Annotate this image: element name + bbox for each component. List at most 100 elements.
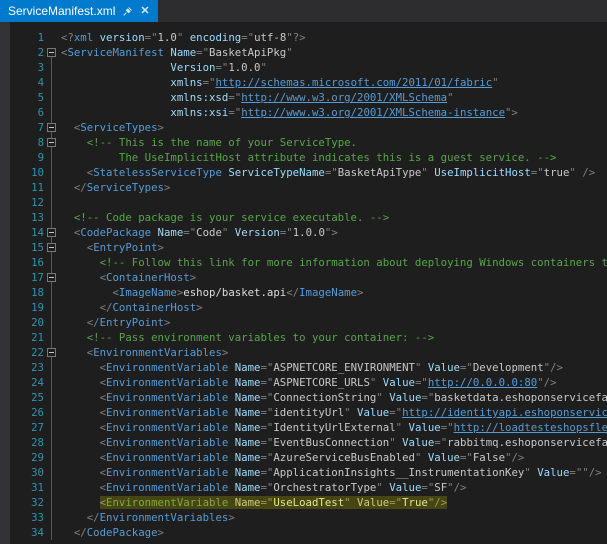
fold-column (44, 165, 61, 180)
line-number: 22 (10, 345, 44, 360)
fold-column (44, 390, 61, 405)
code-line[interactable]: 15 <EntryPoint> (0, 240, 607, 255)
fold-column (44, 255, 61, 270)
code-text: <CodePackage Name="Code" Version="1.0.0"… (61, 225, 607, 240)
code-line[interactable]: 29 <EnvironmentVariable Name="AzureServi… (0, 450, 607, 465)
close-icon[interactable]: ✕ (140, 6, 149, 17)
line-number: 28 (10, 435, 44, 450)
code-line[interactable]: 25 <EnvironmentVariable Name="Connection… (0, 390, 607, 405)
fold-column (44, 435, 61, 450)
fold-column (44, 330, 61, 345)
code-line[interactable]: 21 <!-- Pass environment variables to yo… (0, 330, 607, 345)
fold-column (44, 405, 61, 420)
code-line[interactable]: 17 <ContainerHost> (0, 270, 607, 285)
code-line[interactable]: 13 <!-- Code package is your service exe… (0, 210, 607, 225)
code-text: </CodePackage> (61, 525, 607, 540)
fold-column (44, 45, 61, 60)
code-line[interactable]: 26 <EnvironmentVariable Name="identityUr… (0, 405, 607, 420)
fold-toggle-icon[interactable] (47, 243, 56, 252)
fold-toggle-icon[interactable] (47, 348, 56, 357)
fold-column (44, 240, 61, 255)
fold-column (44, 75, 61, 90)
line-number: 34 (10, 525, 44, 540)
fold-column (44, 345, 61, 360)
fold-column (44, 135, 61, 150)
fold-column (44, 285, 61, 300)
code-line[interactable]: 24 <EnvironmentVariable Name="ASPNETCORE… (0, 375, 607, 390)
code-text: <StatelessServiceType ServiceTypeName="B… (61, 165, 607, 180)
fold-toggle-icon[interactable] (47, 123, 56, 132)
code-line[interactable]: 2<ServiceManifest Name="BasketApiPkg" (0, 45, 607, 60)
code-line[interactable]: 12 (0, 195, 607, 210)
code-line[interactable]: 20 </EntryPoint> (0, 315, 607, 330)
code-line[interactable]: 7 <ServiceTypes> (0, 120, 607, 135)
line-number: 4 (10, 75, 44, 90)
code-line[interactable]: 23 <EnvironmentVariable Name="ASPNETCORE… (0, 360, 607, 375)
code-line[interactable]: 11 </ServiceTypes> (0, 180, 607, 195)
code-line[interactable]: 9 The UseImplicitHost attribute indicate… (0, 150, 607, 165)
code-text: <EnvironmentVariable Name="AzureServiceB… (61, 450, 607, 465)
line-number: 10 (10, 165, 44, 180)
code-text: <EnvironmentVariable Name="IdentityUrlEx… (61, 420, 607, 435)
tab-title: ServiceManifest.xml (8, 4, 115, 18)
code-text: <EntryPoint> (61, 240, 607, 255)
code-line[interactable]: 4 xmlns="http://schemas.microsoft.com/20… (0, 75, 607, 90)
fold-column (44, 195, 61, 210)
pin-icon[interactable] (122, 6, 133, 17)
line-number: 25 (10, 390, 44, 405)
fold-column (44, 465, 61, 480)
code-line[interactable]: 1<?xml version="1.0" encoding="utf-8"?> (0, 30, 607, 45)
fold-column (44, 210, 61, 225)
vs-editor-window: ServiceManifest.xml ✕ 1<?xml version="1.… (0, 0, 607, 544)
code-text: <EnvironmentVariable Name="identityUrl" … (61, 405, 607, 420)
line-number: 9 (10, 150, 44, 165)
tab-bar: ServiceManifest.xml ✕ (0, 0, 607, 22)
line-number: 31 (10, 480, 44, 495)
fold-column (44, 180, 61, 195)
line-number: 18 (10, 285, 44, 300)
code-text: <EnvironmentVariable Name="UseLoadTest" … (61, 495, 607, 510)
code-text: <!-- Follow this link for more informati… (61, 255, 607, 270)
fold-column (44, 105, 61, 120)
code-line[interactable]: 5 xmlns:xsd="http://www.w3.org/2001/XMLS… (0, 90, 607, 105)
code-line[interactable]: 34 </CodePackage> (0, 525, 607, 540)
indicator-margin (0, 22, 10, 544)
line-number: 17 (10, 270, 44, 285)
fold-column (44, 225, 61, 240)
fold-column (44, 420, 61, 435)
fold-toggle-icon[interactable] (47, 48, 56, 57)
line-number: 21 (10, 330, 44, 345)
code-line[interactable]: 28 <EnvironmentVariable Name="EventBusCo… (0, 435, 607, 450)
line-number: 7 (10, 120, 44, 135)
tab-servicemanifest[interactable]: ServiceManifest.xml ✕ (0, 0, 158, 22)
code-line[interactable]: 27 <EnvironmentVariable Name="IdentityUr… (0, 420, 607, 435)
fold-toggle-icon[interactable] (47, 228, 56, 237)
line-number: 30 (10, 465, 44, 480)
code-editor[interactable]: 1<?xml version="1.0" encoding="utf-8"?>2… (0, 22, 607, 544)
code-line[interactable]: 33 </EnvironmentVariables> (0, 510, 607, 525)
search-highlight: <EnvironmentVariable Name="UseLoadTest" … (100, 496, 448, 509)
code-line[interactable]: 14 <CodePackage Name="Code" Version="1.0… (0, 225, 607, 240)
code-line[interactable]: 10 <StatelessServiceType ServiceTypeName… (0, 165, 607, 180)
code-text: <EnvironmentVariables> (61, 345, 607, 360)
line-number: 12 (10, 195, 44, 210)
line-number: 16 (10, 255, 44, 270)
code-line[interactable]: 3 Version="1.0.0" (0, 60, 607, 75)
code-line[interactable]: 22 <EnvironmentVariables> (0, 345, 607, 360)
fold-column (44, 480, 61, 495)
fold-toggle-icon[interactable] (47, 273, 56, 282)
code-text: <EnvironmentVariable Name="ASPNETCORE_EN… (61, 360, 607, 375)
code-line[interactable]: 6 xmlns:xsi="http://www.w3.org/2001/XMLS… (0, 105, 607, 120)
code-line[interactable]: 8 <!-- This is the name of your ServiceT… (0, 135, 607, 150)
code-line[interactable]: 18 <ImageName>eshop/basket.api</ImageNam… (0, 285, 607, 300)
code-text: The UseImplicitHost attribute indicates … (61, 150, 607, 165)
code-line[interactable]: 16 <!-- Follow this link for more inform… (0, 255, 607, 270)
code-lines: 1<?xml version="1.0" encoding="utf-8"?>2… (0, 30, 607, 540)
code-line[interactable]: 19 </ContainerHost> (0, 300, 607, 315)
code-line[interactable]: 32 <EnvironmentVariable Name="UseLoadTes… (0, 495, 607, 510)
fold-toggle-icon[interactable] (47, 138, 56, 147)
code-line[interactable]: 30 <EnvironmentVariable Name="Applicatio… (0, 465, 607, 480)
fold-column (44, 150, 61, 165)
code-line[interactable]: 31 <EnvironmentVariable Name="Orchestrat… (0, 480, 607, 495)
fold-column (44, 375, 61, 390)
